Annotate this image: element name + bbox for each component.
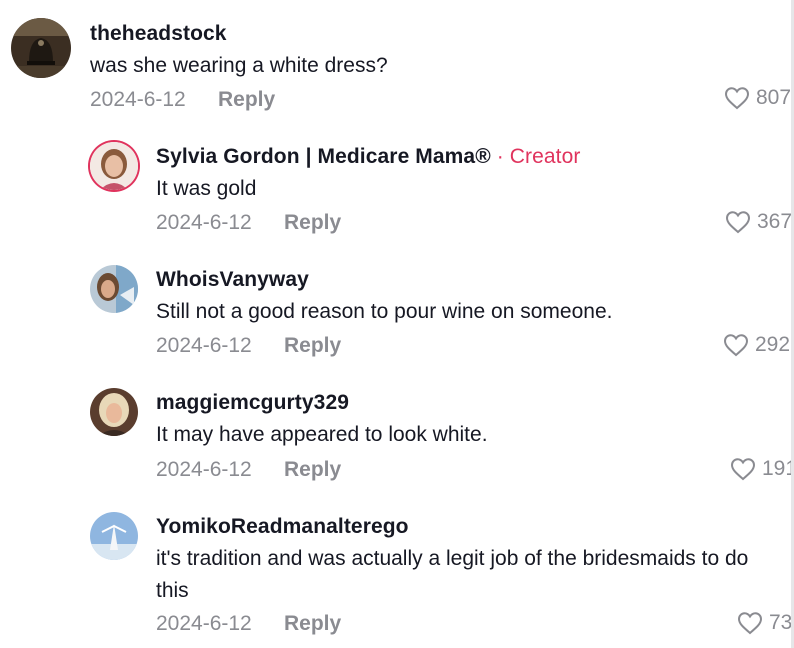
reply-button[interactable]: Reply [284, 211, 341, 235]
creator-separator: · [496, 145, 504, 168]
comment-text-line-2: this [156, 579, 189, 602]
username-text: Sylvia Gordon | Medicare Mama® [156, 145, 491, 168]
comment-text: Still not a good reason to pour wine on … [156, 300, 613, 323]
heart-outline-icon [723, 333, 749, 357]
comment-username[interactable]: WhoisVanyway [156, 268, 309, 292]
like-count: 292 [755, 333, 791, 356]
comment-username[interactable]: YomikoReadmanalterego [156, 515, 409, 539]
avatar[interactable] [90, 388, 138, 436]
like-button[interactable]: 367 [725, 210, 792, 234]
reply-button[interactable]: Reply [284, 458, 341, 482]
creator-badge: Creator [509, 145, 581, 168]
comment-date: 2024-6-12 [156, 334, 252, 357]
reply-button[interactable]: Reply [284, 334, 341, 358]
like-count: 73 [769, 611, 793, 634]
heart-outline-icon [730, 457, 756, 481]
heart-outline-icon [724, 86, 750, 110]
comment-date: 2024-6-12 [90, 88, 186, 111]
comment-text: It may have appeared to look white. [156, 423, 488, 446]
avatar[interactable] [90, 265, 138, 313]
reply-button[interactable]: Reply [218, 88, 275, 112]
comment-username[interactable]: theheadstock [90, 22, 227, 46]
comment-text: was she wearing a white dress? [90, 54, 388, 77]
comment-date: 2024-6-12 [156, 458, 252, 481]
comment-thread: theheadstock was she wearing a white dre… [0, 0, 794, 648]
comment-date: 2024-6-12 [156, 211, 252, 234]
comment-text: It was gold [156, 177, 257, 200]
like-count: 367 [757, 210, 793, 233]
like-count: 807 [756, 86, 792, 109]
reply-button[interactable]: Reply [284, 612, 341, 636]
heart-outline-icon [725, 210, 751, 234]
like-button[interactable]: 73 [737, 611, 792, 635]
avatar[interactable] [90, 142, 138, 190]
comment-date: 2024-6-12 [156, 612, 252, 635]
avatar[interactable] [90, 512, 138, 560]
comment-username[interactable]: maggiemcgurty329 [156, 391, 349, 415]
like-button[interactable]: 807 [724, 86, 791, 110]
like-button[interactable]: 191 [730, 457, 794, 481]
avatar[interactable] [11, 18, 71, 78]
like-button[interactable]: 292 [723, 333, 790, 357]
like-count: 191 [762, 457, 794, 480]
heart-outline-icon [737, 611, 763, 635]
comment-text-line-1: it's tradition and was actually a legit … [156, 547, 749, 570]
comment-username[interactable]: Sylvia Gordon | Medicare Mama® · Creator [156, 145, 581, 169]
